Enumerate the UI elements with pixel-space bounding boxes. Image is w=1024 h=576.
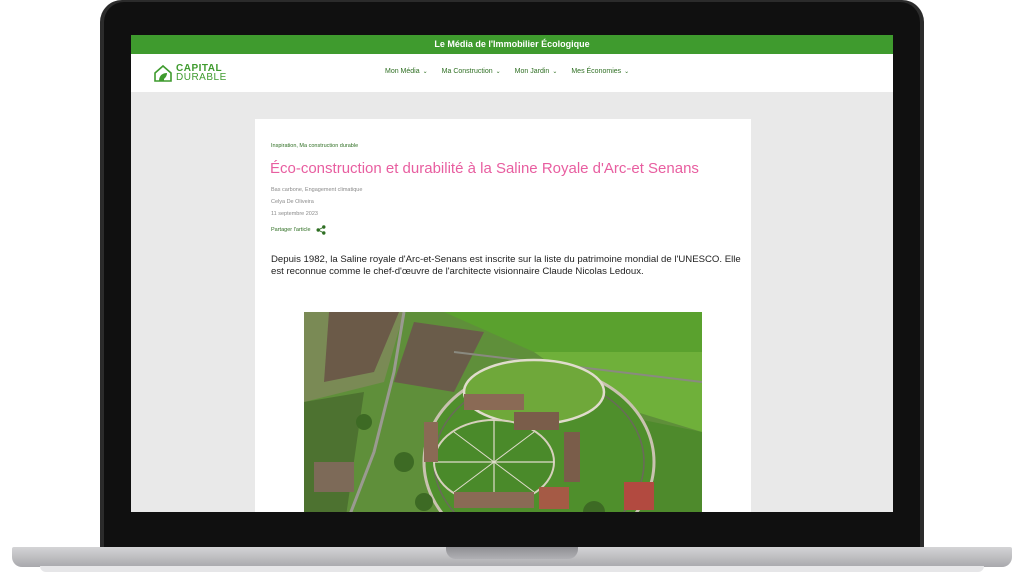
article-card: Inspiration, Ma construction durable Éco… xyxy=(255,119,751,512)
laptop-base-notch xyxy=(446,547,578,559)
top-banner-text: Le Média de l'Immobilier Écologique xyxy=(434,39,590,49)
house-leaf-icon xyxy=(154,64,172,82)
article-tags[interactable]: Bas carbone, Engagement climatique xyxy=(271,187,362,193)
saline-royale-aerial-image xyxy=(304,312,702,512)
share-article[interactable]: Partager l'article xyxy=(271,225,326,235)
chevron-down-icon: ⌄ xyxy=(422,69,428,75)
top-banner: Le Média de l'Immobilier Écologique xyxy=(131,35,893,54)
article-author[interactable]: Celya De Oliveira xyxy=(271,199,314,205)
nav-item-ma-construction[interactable]: Ma Construction ⌄ xyxy=(442,68,501,75)
laptop-screen: Le Média de l'Immobilier Écologique CAPI… xyxy=(131,35,893,512)
laptop-shadow xyxy=(40,566,984,572)
nav-label: Mes Économies xyxy=(571,68,622,75)
nav-item-mes-economies[interactable]: Mes Économies ⌄ xyxy=(571,68,629,75)
nav-label: Ma Construction xyxy=(441,68,493,75)
nav-label: Mon Jardin xyxy=(514,68,550,75)
chevron-down-icon: ⌄ xyxy=(552,69,558,75)
site-header: CAPITAL DURABLE Mon Média ⌄ Ma Construct… xyxy=(131,54,893,92)
article-categories[interactable]: Inspiration, Ma construction durable xyxy=(271,143,358,149)
nav-label: Mon Média xyxy=(385,68,420,75)
share-icon[interactable] xyxy=(316,225,326,235)
logo-line-2: DURABLE xyxy=(176,72,227,83)
main-nav: Mon Média ⌄ Ma Construction ⌄ Mon Jardin… xyxy=(385,68,643,75)
nav-item-mon-media[interactable]: Mon Média ⌄ xyxy=(385,68,428,75)
aerial-photo xyxy=(304,312,702,512)
nav-item-mon-jardin[interactable]: Mon Jardin ⌄ xyxy=(515,68,558,75)
article-lead: Depuis 1982, la Saline royale d'Arc-et-S… xyxy=(271,254,741,277)
chevron-down-icon: ⌄ xyxy=(495,69,501,75)
share-label: Partager l'article xyxy=(271,227,311,233)
article-date: 11 septembre 2023 xyxy=(271,211,318,217)
article-title: Éco-construction et durabilité à la Sali… xyxy=(270,160,699,177)
site-logo[interactable]: CAPITAL DURABLE xyxy=(153,64,227,83)
chevron-down-icon: ⌄ xyxy=(624,69,630,75)
